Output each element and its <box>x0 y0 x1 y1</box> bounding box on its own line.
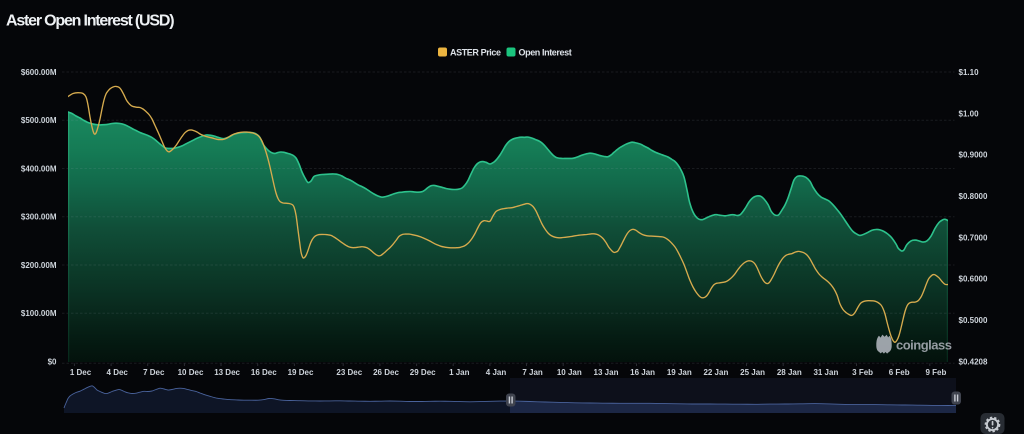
svg-text:$600.00M: $600.00M <box>21 68 57 77</box>
svg-text:$0.4208: $0.4208 <box>959 357 988 366</box>
svg-text:$0.5000: $0.5000 <box>959 316 988 325</box>
svg-text:$0.9000: $0.9000 <box>959 151 988 160</box>
svg-text:25 Jan: 25 Jan <box>740 368 765 377</box>
svg-text:6 Feb: 6 Feb <box>889 368 910 377</box>
svg-text:31 Jan: 31 Jan <box>813 368 838 377</box>
svg-text:$1.10: $1.10 <box>959 68 980 77</box>
svg-text:$100.00M: $100.00M <box>21 309 57 318</box>
svg-text:23 Dec: 23 Dec <box>336 368 362 377</box>
svg-text:28 Jan: 28 Jan <box>777 368 802 377</box>
svg-text:10 Dec: 10 Dec <box>178 368 204 377</box>
svg-text:ASTER Price: ASTER Price <box>450 48 501 58</box>
svg-text:16 Jan: 16 Jan <box>630 368 655 377</box>
svg-text:$400.00M: $400.00M <box>21 164 57 173</box>
svg-text:4 Dec: 4 Dec <box>107 368 129 377</box>
svg-text:26 Dec: 26 Dec <box>373 368 399 377</box>
svg-text:$0: $0 <box>48 357 57 366</box>
svg-text:Open Interest: Open Interest <box>519 48 572 58</box>
svg-text:4 Jan: 4 Jan <box>486 368 507 377</box>
svg-text:$0.8000: $0.8000 <box>959 192 988 201</box>
svg-text:9 Feb: 9 Feb <box>925 368 946 377</box>
svg-text:29 Dec: 29 Dec <box>410 368 436 377</box>
svg-text:3 Feb: 3 Feb <box>852 368 873 377</box>
svg-text:Aster Open Interest (USD): Aster Open Interest (USD) <box>6 13 174 30</box>
svg-text:16 Dec: 16 Dec <box>251 368 277 377</box>
svg-text:19 Dec: 19 Dec <box>288 368 314 377</box>
svg-text:13 Jan: 13 Jan <box>594 368 619 377</box>
svg-text:1 Dec: 1 Dec <box>70 368 92 377</box>
svg-text:$300.00M: $300.00M <box>21 213 57 222</box>
svg-text:13 Dec: 13 Dec <box>214 368 240 377</box>
svg-text:1 Jan: 1 Jan <box>449 368 470 377</box>
svg-text:$1.00: $1.00 <box>959 109 980 118</box>
svg-text:$0.6000: $0.6000 <box>959 275 988 284</box>
svg-text:22 Jan: 22 Jan <box>703 368 728 377</box>
svg-text:$200.00M: $200.00M <box>21 261 57 270</box>
svg-text:7 Dec: 7 Dec <box>143 368 165 377</box>
svg-text:$500.00M: $500.00M <box>21 116 57 125</box>
svg-text:7 Jan: 7 Jan <box>522 368 543 377</box>
svg-text:10 Jan: 10 Jan <box>557 368 582 377</box>
svg-text:19 Jan: 19 Jan <box>667 368 692 377</box>
svg-text:$0.7000: $0.7000 <box>959 233 988 242</box>
svg-text:coinglass: coinglass <box>896 338 952 353</box>
